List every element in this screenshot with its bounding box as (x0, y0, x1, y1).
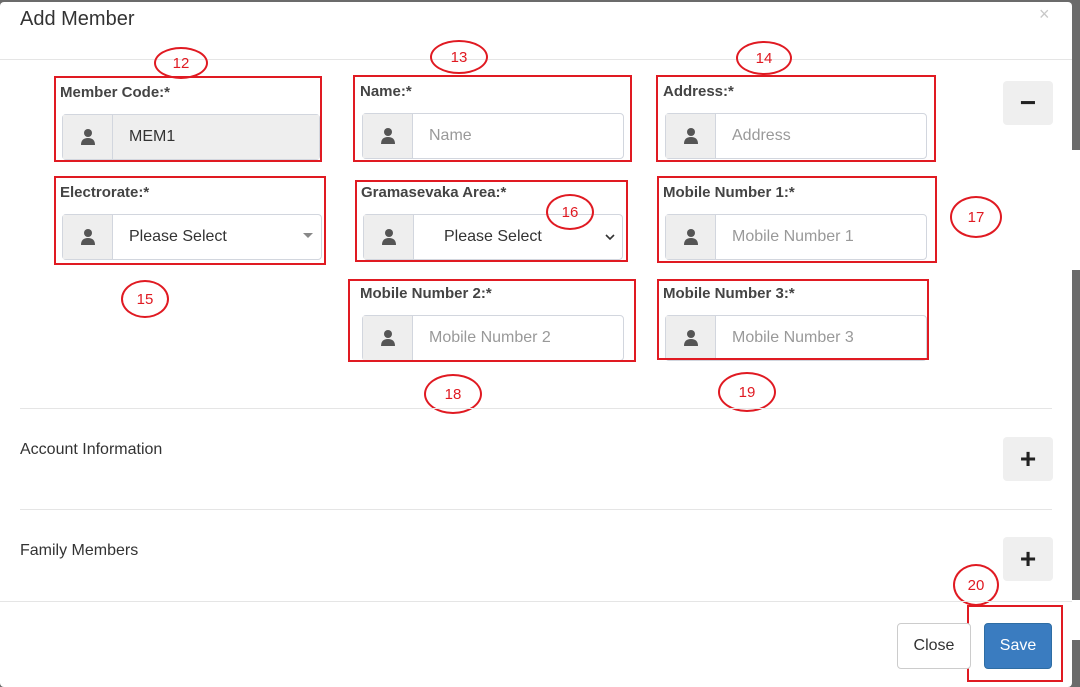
collapse-member-section-button[interactable]: − (1003, 81, 1053, 125)
annotation-box (657, 176, 937, 263)
annotation-number: 12 (154, 47, 208, 79)
annotation-number: 14 (736, 41, 792, 75)
family-members-label: Family Members (20, 542, 139, 559)
backdrop-page-fragment (1072, 600, 1080, 640)
footer-divider (0, 601, 1072, 602)
plus-icon: + (1019, 543, 1037, 574)
section-divider (20, 509, 1052, 510)
section-divider (20, 408, 1052, 409)
backdrop-page-fragment (1072, 150, 1080, 270)
minus-icon: − (1019, 87, 1037, 118)
annotation-number: 15 (121, 280, 169, 318)
annotation-number: 20 (953, 564, 999, 606)
annotation-box (54, 176, 326, 265)
annotation-number: 19 (718, 372, 776, 412)
expand-account-information-button[interactable]: + (1003, 437, 1053, 481)
save-button[interactable]: Save (984, 623, 1052, 669)
modal-title: Add Member (20, 8, 135, 30)
close-button[interactable]: Close (897, 623, 971, 669)
annotation-box (656, 75, 936, 162)
expand-family-members-button[interactable]: + (1003, 537, 1053, 581)
annotation-box (348, 279, 636, 362)
annotation-box (657, 279, 929, 360)
plus-icon: + (1019, 443, 1037, 474)
annotation-box (54, 76, 322, 162)
close-icon[interactable]: × (1039, 4, 1050, 25)
annotation-number: 13 (430, 40, 488, 74)
account-information-label: Account Information (20, 441, 163, 458)
annotation-number: 16 (546, 194, 594, 230)
add-member-dialog: Add Member × Member Code:* MEM1 Name:* N… (0, 2, 1072, 687)
annotation-box (353, 75, 632, 162)
annotation-number: 17 (950, 196, 1002, 238)
